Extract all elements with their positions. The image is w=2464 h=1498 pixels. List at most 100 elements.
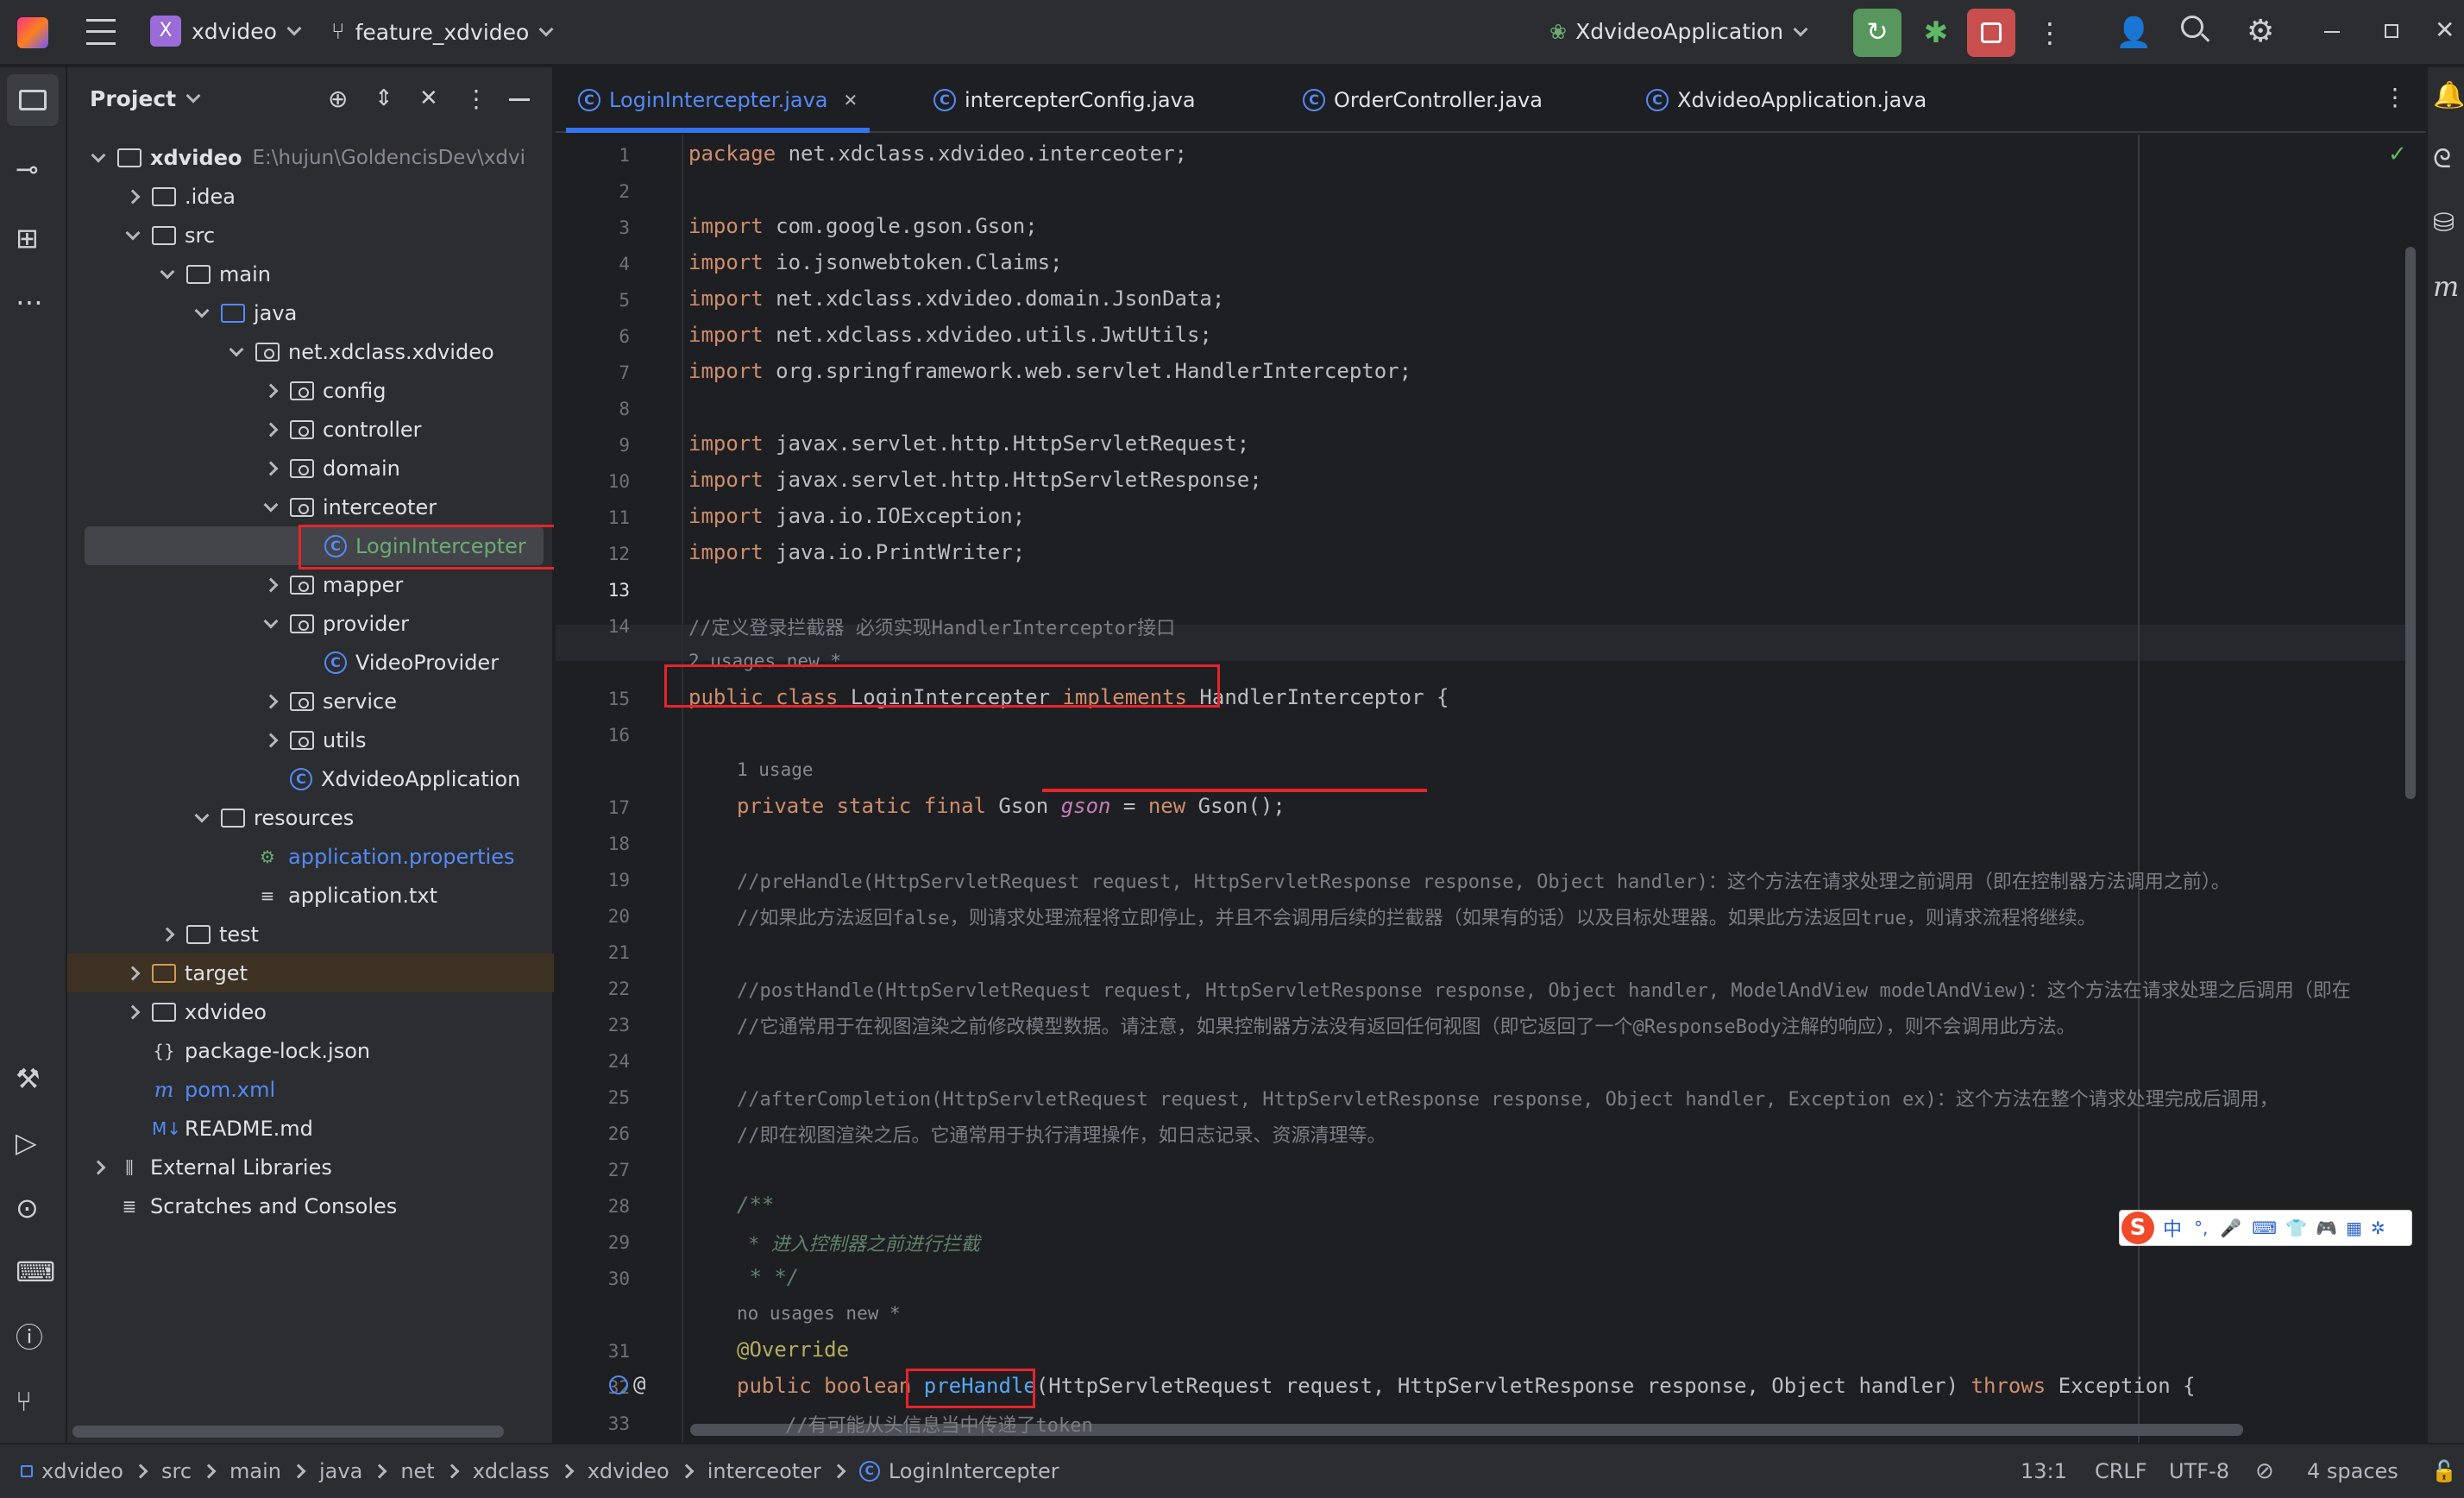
project-panel-title[interactable]: Project xyxy=(90,86,176,111)
usages-hint[interactable]: 1 usage xyxy=(737,759,814,780)
expand-arrow-icon[interactable] xyxy=(263,694,279,708)
indent-setting[interactable]: 4 spaces xyxy=(2307,1459,2398,1483)
tree-item[interactable]: main xyxy=(67,255,554,293)
collapse-arrow-icon[interactable] xyxy=(263,497,279,512)
run-config-selector[interactable]: ❀ XdvideoApplication xyxy=(1549,19,1808,44)
code-with-me-icon[interactable]: 👤 xyxy=(2115,16,2152,50)
expand-arrow-icon[interactable] xyxy=(263,733,279,747)
breadcrumb-item[interactable]: xdvideo xyxy=(41,1459,123,1483)
file-encoding[interactable]: UTF-8 xyxy=(2169,1459,2229,1483)
tree-item[interactable]: xdvideo xyxy=(67,992,554,1031)
tree-item[interactable]: domain xyxy=(67,449,554,488)
breadcrumb-item[interactable]: src xyxy=(161,1459,192,1483)
tree-item[interactable]: utils xyxy=(67,721,554,759)
code-area[interactable]: ✓ 1 2 3 4 5 6 7 8 9 10 11 12 13 14 15 16… xyxy=(556,135,2426,1443)
tree-item[interactable]: provider xyxy=(67,604,554,643)
more-actions-icon[interactable]: ⋮ xyxy=(2036,16,2064,50)
services-icon[interactable]: ⊙ xyxy=(16,1194,39,1222)
project-switcher[interactable]: X xdvideo xyxy=(150,16,302,47)
close-window-icon[interactable]: ✕ xyxy=(2435,16,2455,44)
ime-settings-icon[interactable]: ✲ xyxy=(2371,1218,2385,1238)
expand-arrow-icon[interactable] xyxy=(263,461,279,475)
tree-item[interactable]: ≣ Scratches and Consoles xyxy=(67,1186,554,1225)
breadcrumb-item[interactable]: xdclass xyxy=(473,1459,550,1483)
tab-order-controller[interactable]: C OrderController.java xyxy=(1303,67,1543,133)
tab-login-intercepter[interactable]: C LoginIntercepter.java ✕ xyxy=(565,67,871,133)
close-tab-icon[interactable]: ✕ xyxy=(844,90,858,110)
ai-assistant-icon[interactable]: ᘓ xyxy=(2433,147,2451,173)
collapse-arrow-icon[interactable] xyxy=(194,808,210,822)
line-separator[interactable]: CRLF xyxy=(2095,1459,2147,1483)
main-menu-icon[interactable] xyxy=(86,19,116,45)
expand-arrow-icon[interactable] xyxy=(160,927,175,941)
terminal-icon[interactable]: ⌨ xyxy=(16,1258,55,1286)
override-method-icon[interactable] xyxy=(609,1375,628,1394)
annotation-at-icon[interactable]: @ xyxy=(633,1372,645,1396)
hide-panel-icon[interactable] xyxy=(509,98,530,101)
collapse-arrow-icon[interactable] xyxy=(194,303,210,318)
tree-item[interactable]: ≡ application.txt xyxy=(67,876,554,915)
notifications-bell-icon[interactable]: 🔔 xyxy=(2433,83,2464,109)
run-icon[interactable]: ▷ xyxy=(16,1129,37,1156)
ime-skin-icon[interactable]: 👕 xyxy=(2285,1218,2307,1238)
tab-options-icon[interactable]: ⋮ xyxy=(2383,83,2407,111)
ime-keyboard-icon[interactable]: ⌨ xyxy=(2252,1218,2277,1238)
tree-item[interactable]: C VideoProvider xyxy=(67,643,554,682)
database-icon[interactable]: ⛁ xyxy=(2433,211,2455,236)
tab-intercepter-config[interactable]: C intercepterConfig.java xyxy=(933,67,1196,133)
tree-item[interactable]: controller xyxy=(67,410,554,449)
collapse-arrow-icon[interactable] xyxy=(125,225,141,240)
tree-item[interactable]: ⚙ application.properties xyxy=(67,837,554,876)
ime-punct-icon[interactable]: °, xyxy=(2194,1218,2208,1238)
rerun-button[interactable]: ↻ xyxy=(1853,9,1901,57)
ime-mode-label[interactable]: 中 xyxy=(2163,1214,2182,1242)
tree-item[interactable]: target xyxy=(67,954,554,992)
tree-item[interactable]: C LoginIntercepter xyxy=(85,525,554,570)
breadcrumb-item[interactable]: main xyxy=(229,1459,281,1483)
cursor-position[interactable]: 13:1 xyxy=(2021,1459,2067,1483)
settings-gear-icon[interactable]: ⚙ xyxy=(2247,14,2274,49)
ime-game-icon[interactable]: 🎮 xyxy=(2316,1218,2337,1238)
maven-icon[interactable]: m xyxy=(2433,273,2459,300)
tree-item[interactable]: C XdvideoApplication xyxy=(67,759,554,798)
locate-file-icon[interactable]: ⊕ xyxy=(328,85,348,113)
search-icon[interactable] xyxy=(2181,16,2210,45)
inspection-ok-icon[interactable]: ✓ xyxy=(2388,142,2407,167)
tree-item[interactable]: mapper xyxy=(67,565,554,604)
expand-arrow-icon[interactable] xyxy=(125,966,141,980)
tree-item[interactable]: resources xyxy=(67,798,554,837)
maximize-icon[interactable] xyxy=(2385,24,2398,38)
breadcrumb-item[interactable]: xdvideo xyxy=(588,1459,669,1483)
expand-all-icon[interactable]: ⇕ xyxy=(374,85,393,111)
tree-item[interactable]: test xyxy=(67,915,554,954)
tree-item[interactable]: m pom.xml xyxy=(67,1070,554,1109)
inspections-off-icon[interactable]: ⊘ xyxy=(2255,1458,2274,1484)
project-tool-button[interactable] xyxy=(7,74,59,126)
tree-item[interactable]: service xyxy=(67,682,554,721)
lock-icon[interactable]: 🔓 xyxy=(2431,1459,2457,1483)
collapse-arrow-icon[interactable] xyxy=(229,342,244,356)
ime-toolbar[interactable]: S 中 °, 🎤 ⌨ 👕 🎮 ▦ ✲ xyxy=(2119,1210,2412,1246)
ime-mic-icon[interactable]: 🎤 xyxy=(2220,1218,2241,1238)
tab-xdvideo-application[interactable]: C XdvideoApplication.java xyxy=(1646,67,1927,133)
commit-icon[interactable]: ⊸ xyxy=(16,155,39,183)
expand-arrow-icon[interactable] xyxy=(263,422,279,437)
panel-options-icon[interactable]: ⋮ xyxy=(464,85,488,113)
expand-arrow-icon[interactable] xyxy=(125,189,141,204)
tree-item[interactable]: src xyxy=(67,216,554,255)
tree-root[interactable]: xdvideo E:\hujun\GoldencisDev\xdvi xyxy=(67,138,554,177)
expand-arrow-icon[interactable] xyxy=(263,577,279,592)
branch-switcher[interactable]: ⑂ feature_xdvideo xyxy=(331,19,554,45)
expand-arrow-icon[interactable] xyxy=(91,1160,106,1174)
tree-item[interactable]: config xyxy=(67,371,554,410)
collapse-arrow-icon[interactable] xyxy=(160,264,175,279)
build-hammer-icon[interactable]: ⚒ xyxy=(16,1065,41,1092)
app-logo-icon[interactable] xyxy=(17,17,48,48)
horizontal-scrollbar[interactable] xyxy=(72,1426,504,1438)
collapse-all-icon[interactable]: ✕ xyxy=(419,85,438,111)
stop-button[interactable] xyxy=(1967,9,2015,57)
vertical-scrollbar[interactable] xyxy=(2405,247,2416,799)
chevron-down-icon[interactable] xyxy=(185,88,201,104)
tree-item[interactable]: M↓ README.md xyxy=(67,1109,554,1148)
tree-item[interactable]: {} package-lock.json xyxy=(67,1031,554,1070)
